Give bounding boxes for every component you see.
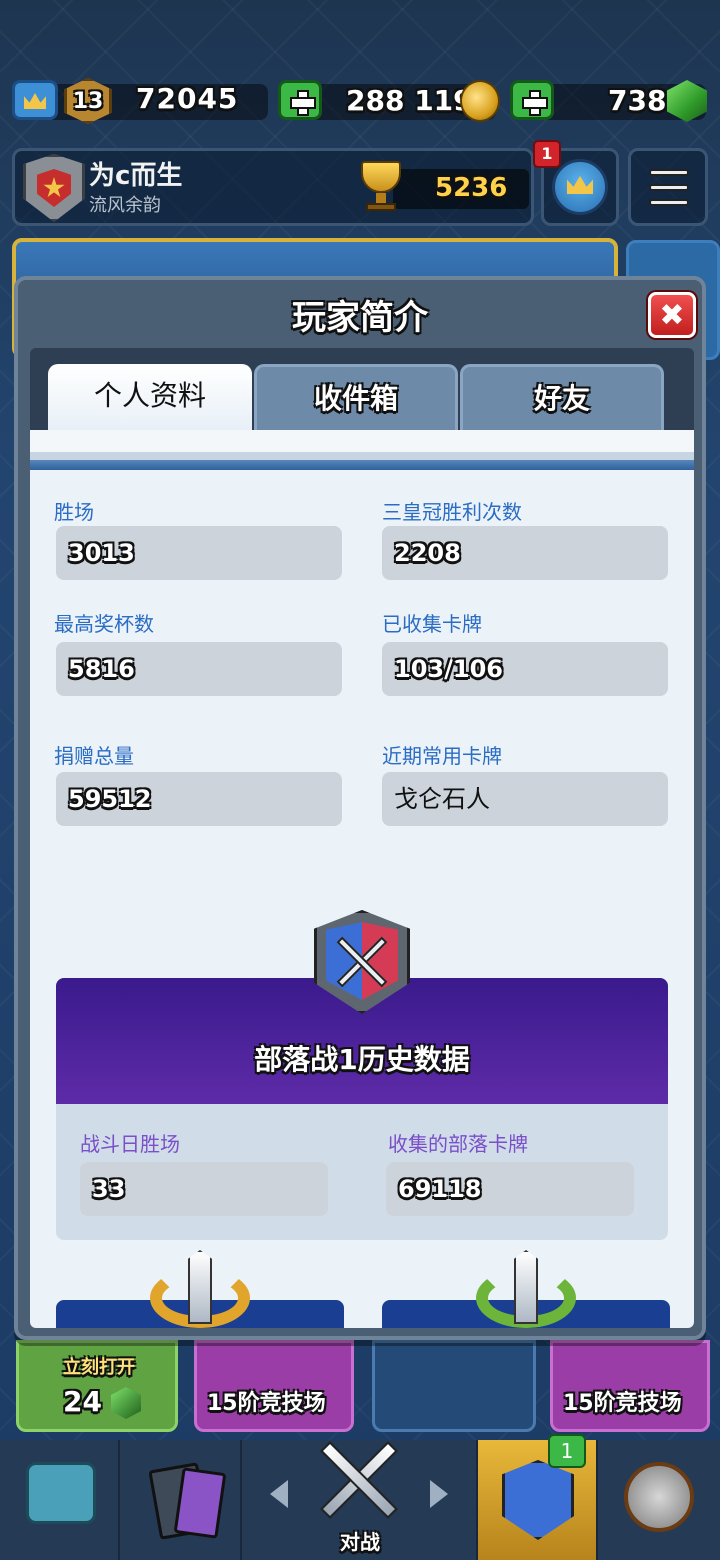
nav-tab-tournaments[interactable]	[598, 1440, 720, 1560]
bottom-nav: 对战	[0, 1440, 720, 1560]
green-laurel-sword-icon	[476, 1250, 576, 1328]
king-avatar-icon	[552, 159, 608, 215]
buy-gems-button[interactable]	[510, 80, 554, 120]
tab-profile[interactable]: 个人资料	[48, 364, 252, 430]
player-bar[interactable]: 为c而生 流风余韵 5236	[12, 148, 534, 226]
arrow-right-icon	[430, 1480, 448, 1508]
xp-value: 72045	[136, 82, 239, 115]
buy-gold-button[interactable]	[278, 80, 322, 120]
crown-icon[interactable]	[12, 80, 58, 120]
close-icon: ✖	[659, 297, 685, 333]
gem-icon	[111, 1387, 141, 1419]
chest-slot-3[interactable]	[372, 1340, 536, 1432]
clan-war-shield-icon	[502, 1460, 574, 1540]
close-button[interactable]: ✖	[648, 292, 696, 338]
gold-coin-icon	[460, 80, 500, 122]
battle-label: 对战	[340, 1530, 380, 1554]
clan-war-panel: 部落战1历史数据 战斗日胜场 33 收集的部落卡牌 69118	[56, 978, 668, 1240]
stat-label-favorite-card: 近期常用卡牌	[382, 744, 502, 768]
tab-bar: 个人资料 收件箱 好友	[48, 364, 668, 430]
clan-notification-badge: 1	[548, 1434, 586, 1468]
stat-value-cards-found: 103/106	[382, 642, 668, 696]
clan-war-emblem-icon	[314, 910, 410, 1014]
stat-value-best-trophies: 5816	[56, 642, 342, 696]
clan-name: 流风余韵	[89, 195, 161, 216]
tab-friends[interactable]: 好友	[460, 364, 664, 430]
hamburger-icon	[649, 169, 689, 176]
chest-slot-1[interactable]: 立刻打开 24	[16, 1340, 178, 1432]
war-stat-label-clan-cards: 收集的部落卡牌	[388, 1132, 528, 1156]
chest-slot-4[interactable]: 15阶竞技场	[550, 1340, 710, 1432]
nav-tab-battle[interactable]: 对战	[242, 1440, 478, 1560]
profile-content[interactable]: 胜场 3013 三皇冠胜利次数 2208 最高奖杯数 5816 已收集卡牌 10…	[30, 430, 694, 1328]
resource-bar: 13 72045 288 119 738	[0, 78, 720, 124]
stat-label-three-crown-wins: 三皇冠胜利次数	[382, 500, 522, 524]
clan-badge-icon	[23, 154, 85, 222]
stat-label-total-donations: 捐赠总量	[54, 744, 134, 768]
stat-label-best-trophies: 最高奖杯数	[54, 612, 154, 636]
clan-war-title: 部落战1历史数据	[254, 1043, 470, 1076]
skull-icon	[624, 1462, 694, 1532]
nav-tab-shop[interactable]	[0, 1440, 120, 1560]
stat-value-three-crown-wins: 2208	[382, 526, 668, 580]
tab-inbox[interactable]: 收件箱	[254, 364, 458, 430]
notification-badge: 1	[533, 140, 561, 168]
stat-value-wins: 3013	[56, 526, 342, 580]
nav-tab-cards[interactable]	[120, 1440, 242, 1560]
modal-body: 个人资料 收件箱 好友 胜场 3013 三皇冠胜利次数 2208 最高奖杯数 5…	[30, 348, 694, 1328]
modal-title: 玩家简介	[292, 298, 428, 338]
chest-slot-2[interactable]: 15阶竞技场	[194, 1340, 354, 1432]
war-stat-value-battle-wins: 33	[80, 1162, 328, 1216]
stat-value-favorite-card: 戈仑石人	[382, 772, 668, 826]
stat-label-wins: 胜场	[54, 500, 94, 524]
war-stat-label-battle-wins: 战斗日胜场	[80, 1132, 180, 1156]
gem-value: 738	[608, 84, 667, 117]
arrow-left-icon	[270, 1480, 288, 1508]
menu-button[interactable]	[628, 148, 708, 226]
trophy-icon	[353, 157, 409, 215]
player-profile-modal: 玩家简介 ✖ 个人资料 收件箱 好友 胜场 3013 三皇冠胜利次数 2208 …	[14, 276, 706, 1340]
stat-label-cards-found: 已收集卡牌	[382, 612, 482, 636]
chest-icon	[26, 1462, 96, 1524]
player-name: 为c而生	[89, 161, 183, 191]
stat-value-total-donations: 59512	[56, 772, 342, 826]
trophy-count: 5236	[435, 173, 508, 203]
gold-value: 288 119	[346, 84, 473, 117]
gold-laurel-sword-icon	[150, 1250, 250, 1328]
war-stat-value-clan-cards: 69118	[386, 1162, 634, 1216]
